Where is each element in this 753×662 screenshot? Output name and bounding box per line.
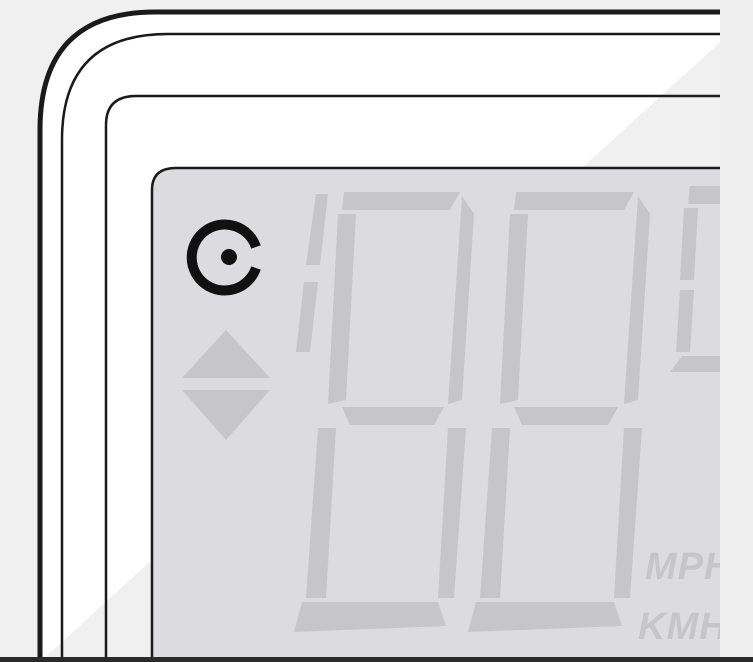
image-edge-cutoff <box>720 0 753 662</box>
bottom-edge-line <box>0 657 753 662</box>
unit-kmh-label: KMH <box>638 606 728 648</box>
speed-display-panel: MPH KMH <box>0 0 753 662</box>
segment-g <box>514 407 618 425</box>
segment-a <box>514 192 634 210</box>
device-bezel <box>37 9 753 662</box>
segment-a <box>342 192 460 210</box>
segment-g <box>342 407 444 425</box>
